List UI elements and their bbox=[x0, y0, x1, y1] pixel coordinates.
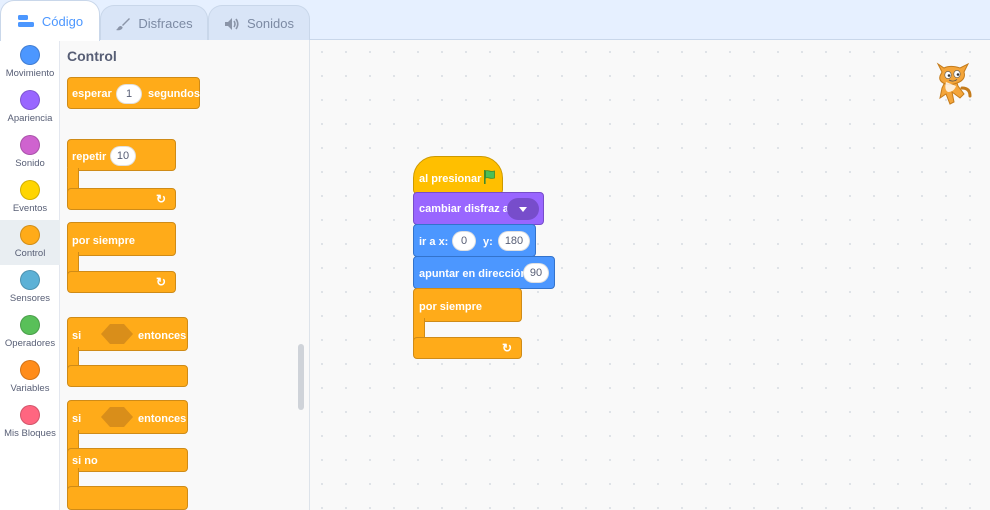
if-else-middle: si no bbox=[67, 448, 188, 472]
category-color-dot bbox=[20, 360, 40, 380]
brush-icon bbox=[115, 16, 131, 32]
category-events[interactable]: Eventos bbox=[0, 175, 60, 220]
repeat-block[interactable]: repetir 10 bbox=[67, 139, 176, 171]
category-label: Variables bbox=[10, 383, 50, 394]
category-label: Control bbox=[14, 248, 46, 259]
block-label: esperar bbox=[72, 88, 112, 100]
if-block-bottom bbox=[67, 365, 188, 387]
tab-code[interactable]: Código bbox=[0, 0, 100, 41]
if-block[interactable]: si entonces bbox=[67, 317, 188, 351]
block-label: entonces bbox=[138, 413, 187, 425]
condition-slot[interactable] bbox=[100, 323, 134, 345]
category-operators[interactable]: Operadores bbox=[0, 310, 60, 355]
switch-costume-block[interactable]: cambiar disfraz a bbox=[413, 192, 544, 225]
block-label: por siempre bbox=[72, 235, 135, 247]
tab-costumes[interactable]: Disfraces bbox=[100, 5, 208, 41]
category-color-dot bbox=[20, 315, 40, 335]
block-label: si no bbox=[72, 455, 98, 467]
wait-block[interactable]: esperar 1 segundos bbox=[67, 77, 200, 109]
palette-title: Control bbox=[67, 48, 117, 64]
if-else-block-bottom bbox=[67, 486, 188, 510]
block-label: cambiar disfraz a bbox=[419, 203, 509, 215]
block-label: al presionar bbox=[419, 173, 482, 185]
palette-scrollbar[interactable] bbox=[298, 344, 304, 410]
category-color-dot bbox=[20, 45, 40, 65]
loop-arrow-icon: ↻ bbox=[156, 192, 167, 206]
repeat-count-input[interactable]: 10 bbox=[110, 146, 136, 166]
direction-input[interactable]: 90 bbox=[523, 263, 549, 283]
category-motion[interactable]: Movimiento bbox=[0, 40, 60, 85]
code-icon bbox=[17, 14, 35, 28]
chevron-down-icon bbox=[519, 206, 527, 212]
block-label: por siempre bbox=[419, 301, 482, 313]
category-color-dot bbox=[20, 225, 40, 245]
category-label: Eventos bbox=[12, 203, 48, 214]
category-color-dot bbox=[20, 135, 40, 155]
costume-dropdown[interactable] bbox=[507, 198, 539, 220]
category-looks[interactable]: Apariencia bbox=[0, 85, 60, 130]
category-color-dot bbox=[20, 270, 40, 290]
category-label: Mis Bloques bbox=[4, 428, 56, 439]
category-color-dot bbox=[20, 405, 40, 425]
category-label: Operadores bbox=[4, 338, 56, 349]
script-workspace[interactable]: al presionar cambiar disfraz a ir a x: 0… bbox=[310, 40, 990, 510]
category-color-dot bbox=[20, 90, 40, 110]
forever-block-bottom: ↻ bbox=[67, 271, 176, 293]
editor-tabs: Código Disfraces Sonidos bbox=[0, 0, 990, 41]
category-label: Movimiento bbox=[5, 68, 55, 79]
when-flag-clicked-block[interactable]: al presionar bbox=[413, 156, 503, 194]
tab-sounds[interactable]: Sonidos bbox=[208, 5, 310, 41]
block-label: y: bbox=[483, 236, 493, 248]
loop-arrow-icon: ↻ bbox=[502, 341, 513, 355]
category-label: Sonido bbox=[15, 158, 45, 169]
tab-label: Disfraces bbox=[138, 16, 193, 31]
speaker-icon bbox=[224, 17, 240, 31]
forever-block-bottom: ↻ bbox=[413, 337, 522, 359]
category-variables[interactable]: Variables bbox=[0, 355, 60, 400]
tab-label: Sonidos bbox=[247, 16, 294, 31]
block-label: segundos bbox=[148, 88, 200, 100]
loop-arrow-icon: ↻ bbox=[156, 275, 167, 289]
category-control[interactable]: Control bbox=[0, 220, 60, 265]
forever-block[interactable]: por siempre bbox=[67, 222, 176, 256]
tab-label: Código bbox=[41, 13, 84, 29]
category-sound[interactable]: Sonido bbox=[0, 130, 60, 175]
block-label: si bbox=[72, 413, 82, 425]
block-label: si bbox=[72, 330, 82, 342]
category-label: Sensores bbox=[9, 293, 51, 304]
wait-seconds-input[interactable]: 1 bbox=[116, 84, 142, 104]
block-label: entonces bbox=[138, 330, 187, 342]
repeat-block-bottom: ↻ bbox=[67, 188, 176, 210]
block-label: apuntar en dirección bbox=[419, 268, 528, 280]
condition-slot[interactable] bbox=[100, 406, 134, 428]
x-input[interactable]: 0 bbox=[452, 231, 476, 251]
y-input[interactable]: 180 bbox=[498, 231, 530, 251]
block-palette: Control esperar 1 segundos repetir 10 ↻ … bbox=[60, 40, 310, 510]
category-menu: Movimiento Apariencia Sonido Eventos Con… bbox=[0, 40, 60, 510]
point-in-direction-block[interactable]: apuntar en dirección 90 bbox=[413, 256, 555, 289]
block-label: ir a x: bbox=[419, 236, 449, 248]
green-flag-icon bbox=[482, 169, 498, 188]
scratch-cat-icon bbox=[936, 62, 972, 105]
if-else-block[interactable]: si entonces bbox=[67, 400, 188, 434]
block-label: repetir bbox=[72, 151, 107, 163]
forever-block[interactable]: por siempre bbox=[413, 288, 522, 322]
category-label: Apariencia bbox=[7, 113, 53, 124]
category-sensing[interactable]: Sensores bbox=[0, 265, 60, 310]
go-to-xy-block[interactable]: ir a x: 0 y: 180 bbox=[413, 224, 536, 257]
category-color-dot bbox=[20, 180, 40, 200]
sprite-thumbnail[interactable] bbox=[932, 58, 974, 115]
category-my-blocks[interactable]: Mis Bloques bbox=[0, 400, 60, 445]
